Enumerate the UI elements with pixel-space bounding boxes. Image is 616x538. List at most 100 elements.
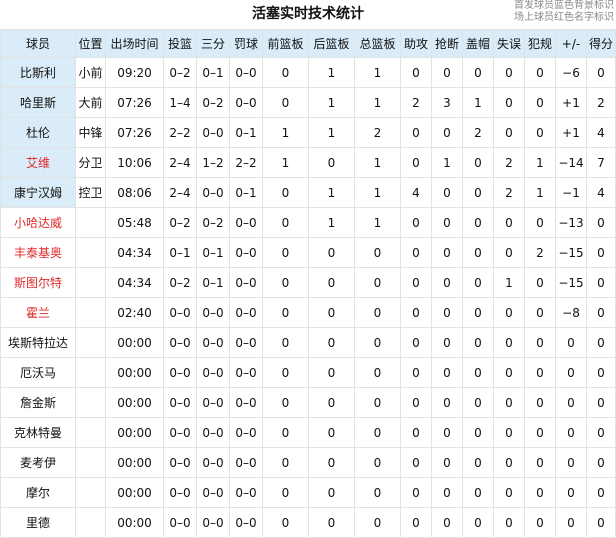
cell-tov: 0 [493, 207, 525, 238]
cell-three: 0–1 [196, 237, 230, 268]
cell-position [75, 507, 106, 538]
cell-pf: 2 [524, 237, 556, 268]
cell-oreb: 0 [262, 87, 309, 118]
cell-stl: 0 [431, 117, 463, 148]
cell-blk: 0 [462, 57, 494, 88]
cell-oreb: 0 [262, 327, 309, 358]
cell-reb: 0 [354, 477, 401, 508]
cell-three: 1–2 [196, 147, 230, 178]
cell-dreb: 0 [308, 327, 355, 358]
cell-fg: 0–2 [163, 207, 197, 238]
cell-oreb: 0 [262, 237, 309, 268]
table-row: 埃斯特拉达 00:00 0–0 0–0 0–0 0 0 0 0 0 0 0 0 0 0 [0, 327, 616, 358]
cell-reb: 0 [354, 237, 401, 268]
player-name: 克林特曼 [0, 417, 76, 448]
cell-fg: 0–0 [163, 417, 197, 448]
cell-ft: 0–0 [229, 87, 263, 118]
cell-ft: 0–0 [229, 57, 263, 88]
column-header-dreb: 后篮板 [308, 29, 355, 58]
table-row: 詹金斯 00:00 0–0 0–0 0–0 0 0 0 0 0 0 0 0 0 0 [0, 387, 616, 418]
cell-tov: 0 [493, 87, 525, 118]
cell-three: 0–0 [196, 477, 230, 508]
cell-position [75, 267, 106, 298]
table-row: 厄沃马 00:00 0–0 0–0 0–0 0 0 0 0 0 0 0 0 0 0 [0, 357, 616, 388]
player-name: 小哈达威 [0, 207, 76, 238]
cell-stl: 0 [431, 447, 463, 478]
cell-reb: 0 [354, 447, 401, 478]
cell-ast: 0 [400, 417, 432, 448]
cell-minutes: 09:20 [105, 57, 164, 88]
cell-oreb: 0 [262, 297, 309, 328]
cell-dreb: 0 [308, 447, 355, 478]
cell-stl: 0 [431, 267, 463, 298]
header-row: 球员 位置 出场时间 投篮 三分 罚球 前篮板 后篮板 总篮板 助攻 抢断 盖帽 失误 犯规 +/- 得分 [0, 29, 616, 58]
table-row: 霍兰 02:40 0–0 0–0 0–0 0 0 0 0 0 0 0 0 −8 0 [0, 297, 616, 328]
cell-three: 0–2 [196, 87, 230, 118]
cell-tov: 1 [493, 267, 525, 298]
cell-position [75, 357, 106, 388]
cell-pf: 0 [524, 87, 556, 118]
cell-minutes: 00:00 [105, 477, 164, 508]
table-row: 杜伦 中锋 07:26 2–2 0–0 0–1 1 1 2 0 0 2 0 0 +1 4 [0, 117, 616, 148]
cell-plus-minus: +1 [555, 87, 587, 118]
cell-tov: 2 [493, 177, 525, 208]
cell-three: 0–0 [196, 117, 230, 148]
cell-ast: 0 [400, 207, 432, 238]
cell-plus-minus: −1 [555, 177, 587, 208]
cell-pts: 0 [586, 207, 616, 238]
cell-pts: 7 [586, 147, 616, 178]
legend-note: 首发球员蓝色背景标识 场上球员红色名字标识 [514, 0, 614, 24]
cell-pts: 0 [586, 357, 616, 388]
cell-ft: 0–0 [229, 297, 263, 328]
cell-minutes: 02:40 [105, 297, 164, 328]
cell-ft: 0–0 [229, 207, 263, 238]
column-header-plus-minus: +/- [555, 29, 587, 58]
cell-minutes: 00:00 [105, 507, 164, 538]
cell-blk: 1 [462, 87, 494, 118]
cell-oreb: 0 [262, 447, 309, 478]
cell-tov: 0 [493, 477, 525, 508]
cell-reb: 1 [354, 207, 401, 238]
cell-position [75, 207, 106, 238]
table-row: 摩尔 00:00 0–0 0–0 0–0 0 0 0 0 0 0 0 0 0 0 [0, 477, 616, 508]
cell-pf: 0 [524, 57, 556, 88]
cell-fg: 2–4 [163, 147, 197, 178]
cell-ast: 0 [400, 297, 432, 328]
cell-blk: 0 [462, 207, 494, 238]
cell-fg: 2–4 [163, 177, 197, 208]
cell-pts: 2 [586, 87, 616, 118]
cell-ft: 0–0 [229, 387, 263, 418]
cell-minutes: 10:06 [105, 147, 164, 178]
cell-plus-minus: −14 [555, 147, 587, 178]
cell-ft: 0–0 [229, 357, 263, 388]
cell-stl: 0 [431, 207, 463, 238]
column-header-pts: 得分 [586, 29, 616, 58]
cell-three: 0–0 [196, 357, 230, 388]
column-header-player: 球员 [0, 29, 76, 58]
cell-stl: 0 [431, 177, 463, 208]
cell-plus-minus: 0 [555, 507, 587, 538]
cell-ast: 0 [400, 267, 432, 298]
column-header-reb: 总篮板 [354, 29, 401, 58]
table-row: 里德 00:00 0–0 0–0 0–0 0 0 0 0 0 0 0 0 0 0 [0, 507, 616, 538]
cell-minutes: 07:26 [105, 117, 164, 148]
cell-dreb: 1 [308, 117, 355, 148]
cell-tov: 0 [493, 117, 525, 148]
cell-pf: 0 [524, 267, 556, 298]
cell-reb: 0 [354, 417, 401, 448]
cell-minutes: 00:00 [105, 387, 164, 418]
cell-minutes: 00:00 [105, 357, 164, 388]
player-name: 比斯利 [0, 57, 76, 88]
cell-ft: 0–0 [229, 417, 263, 448]
cell-tov: 0 [493, 57, 525, 88]
cell-tov: 2 [493, 147, 525, 178]
cell-tov: 0 [493, 387, 525, 418]
cell-pts: 0 [586, 237, 616, 268]
legend-on-court: 场上球员红色名字标识 [514, 12, 614, 23]
player-name: 霍兰 [0, 297, 76, 328]
legend-starter: 首发球员蓝色背景标识 [514, 0, 614, 11]
cell-blk: 0 [462, 327, 494, 358]
cell-pf: 0 [524, 417, 556, 448]
cell-dreb: 0 [308, 147, 355, 178]
cell-fg: 1–4 [163, 87, 197, 118]
